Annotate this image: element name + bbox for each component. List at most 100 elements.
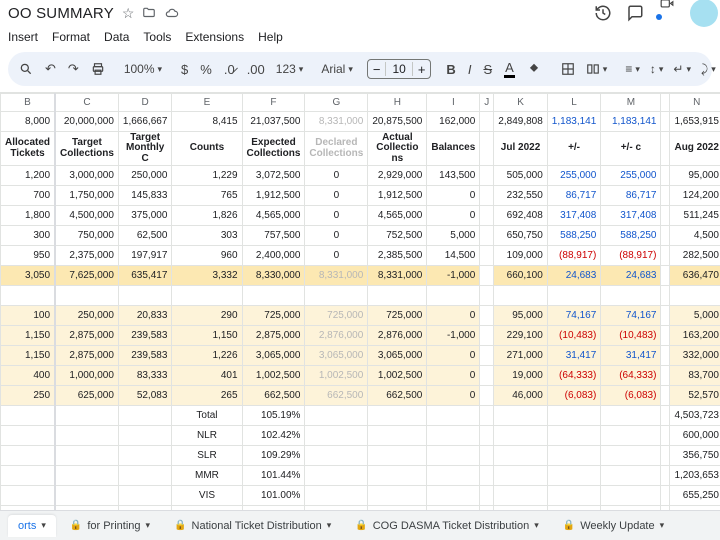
cell[interactable] [661,326,670,346]
cell[interactable]: 4,503,723 [670,406,720,426]
cell[interactable] [494,406,548,426]
cell[interactable]: 635,417 [118,266,172,286]
chevron-down-icon[interactable]: ▾ [660,520,665,531]
cell[interactable] [547,286,601,306]
cell[interactable] [480,366,494,386]
cell[interactable] [427,466,480,486]
cell[interactable]: 74,167 [547,306,601,326]
undo-icon[interactable]: ↶ [40,57,61,81]
cell[interactable]: 1,002,500 [242,366,305,386]
cell[interactable] [661,286,670,306]
cell[interactable]: (6,083) [547,386,601,406]
cell[interactable] [427,446,480,466]
cell[interactable]: VIS [172,486,242,506]
cell[interactable] [494,286,548,306]
cell[interactable]: 250,000 [55,306,118,326]
cell[interactable]: 588,250 [601,226,661,246]
cell[interactable]: 109,000 [494,246,548,266]
cell[interactable] [305,446,368,466]
currency-icon[interactable]: $ [176,58,193,81]
wrap-icon[interactable]: ↵ ▾ [669,60,695,78]
cell[interactable] [601,486,661,506]
column-header[interactable]: H [368,94,427,112]
cell[interactable]: 1,750,000 [55,186,118,206]
cell[interactable]: 655,250 [670,486,720,506]
cell[interactable]: 2,876,000 [368,326,427,346]
cell[interactable] [547,406,601,426]
cell[interactable] [1,466,56,486]
cell[interactable]: 0 [305,206,368,226]
cell[interactable]: 5,000 [427,226,480,246]
cell[interactable]: 332,000 [670,346,720,366]
cell[interactable]: 145,833 [118,186,172,206]
star-icon[interactable]: ☆ [122,5,135,22]
cell[interactable]: 750,000 [55,226,118,246]
cell[interactable]: 960 [172,246,242,266]
cell[interactable]: 317,408 [547,206,601,226]
cell[interactable] [118,406,172,426]
cell[interactable]: 1,183,141 [547,112,601,132]
cell[interactable]: 1,000,000 [55,366,118,386]
cell[interactable] [480,446,494,466]
cell[interactable]: 950 [1,246,56,266]
meet-icon[interactable] [658,0,676,29]
cell[interactable] [480,226,494,246]
column-header[interactable]: J [480,94,494,112]
cell[interactable] [661,166,670,186]
sheet-tab[interactable]: 🔒Weekly Update ▾ [553,515,674,537]
cell[interactable]: 303 [172,226,242,246]
cell[interactable] [427,426,480,446]
cell[interactable]: 356,750 [670,446,720,466]
cell[interactable]: 400 [1,366,56,386]
cell[interactable] [55,486,118,506]
cell[interactable] [661,266,670,286]
column-header[interactable]: G [305,94,368,112]
cell[interactable] [427,486,480,506]
cell[interactable] [118,466,172,486]
cell[interactable] [601,286,661,306]
cell[interactable] [480,406,494,426]
cell[interactable]: 31,417 [547,346,601,366]
cell[interactable]: 725,000 [242,306,305,326]
cell[interactable]: 1,666,667 [118,112,172,132]
cell[interactable]: 401 [172,366,242,386]
cell[interactable]: 662,500 [305,386,368,406]
cell[interactable]: 95,000 [670,166,720,186]
cell[interactable] [305,426,368,446]
cell[interactable] [661,406,670,426]
cell[interactable] [661,486,670,506]
menu-insert[interactable]: Insert [8,30,38,44]
cell[interactable] [480,466,494,486]
cell[interactable] [661,112,670,132]
column-header[interactable]: M [601,94,661,112]
cell[interactable]: 662,500 [368,386,427,406]
cell[interactable]: 757,500 [242,226,305,246]
cell[interactable] [601,446,661,466]
column-header[interactable]: N [670,94,720,112]
cell[interactable] [661,446,670,466]
cell[interactable]: 660,100 [494,266,548,286]
cell[interactable]: 62,500 [118,226,172,246]
cell[interactable]: (10,483) [547,326,601,346]
cell[interactable] [1,286,56,306]
cell[interactable]: 83,333 [118,366,172,386]
cell[interactable]: 2,400,000 [242,246,305,266]
column-header[interactable]: E [172,94,242,112]
cell[interactable]: 143,500 [427,166,480,186]
cell[interactable] [661,246,670,266]
cell[interactable]: (64,333) [601,366,661,386]
cell[interactable] [118,446,172,466]
cell[interactable]: 102.42% [242,426,305,446]
cell[interactable]: 20,833 [118,306,172,326]
cell[interactable]: 8,331,000 [368,266,427,286]
cell[interactable]: 511,245 [670,206,720,226]
cell[interactable]: 1,150 [1,326,56,346]
sheet-tab[interactable]: 🔒National Ticket Distribution ▾ [164,515,341,537]
cell[interactable]: 0 [305,246,368,266]
cell[interactable] [601,426,661,446]
cell[interactable] [305,486,368,506]
cell[interactable] [1,406,56,426]
strike-icon[interactable]: S [478,58,497,81]
column-header[interactable]: F [242,94,305,112]
cell[interactable]: 255,000 [547,166,601,186]
